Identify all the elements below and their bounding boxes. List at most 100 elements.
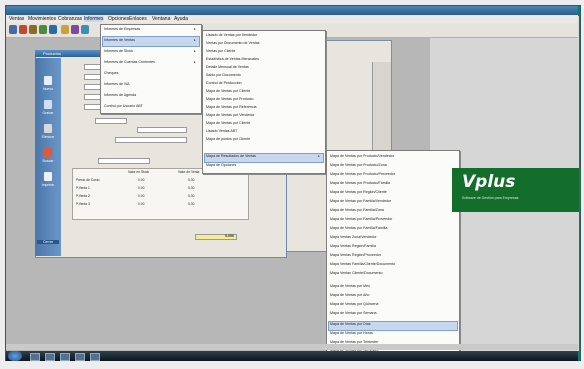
menu-item[interactable]: Mapa Ventas Región/Familia (330, 244, 376, 248)
user-icon[interactable] (39, 25, 47, 34)
submenu-arrow-icon: ▸ (194, 27, 196, 31)
row-value: 0.00 (138, 186, 145, 190)
menu-item[interactable]: Mapa de Ventas por Familia/Zona (330, 208, 384, 212)
menu-item[interactable]: Mapa de Ventas por Mes (330, 284, 370, 288)
menu-item[interactable]: Mapa de Ventas por Quincena (330, 302, 379, 306)
menu-item[interactable]: Mapa de Ventas por Cliente (206, 121, 250, 125)
menu-item[interactable]: Control por Usuario ABT (104, 104, 143, 108)
menu-item[interactable]: Mapa Ventas Familia/Cliente/Documento (330, 262, 395, 266)
totals-table: Valor en Stock Valor de Venta Precio de … (72, 168, 249, 220)
menu-item[interactable]: Mapa de Ventas por Producto/Familia (330, 181, 390, 185)
obs-field[interactable] (98, 158, 150, 164)
menu-item[interactable]: Informes de Empresas (104, 27, 140, 31)
menu-item[interactable]: Informes de Cuentas Corrientes (104, 60, 155, 64)
menu-item[interactable]: Mapa de Ventas por Producto/Proveedor (330, 172, 395, 176)
delete-icon[interactable] (44, 124, 52, 133)
menu-item[interactable]: Mapa de Ventas por Horas (330, 331, 373, 335)
menu-item[interactable]: Mapa de Ventas por Vendedor (206, 113, 255, 117)
row-label: P.Venta 1 (76, 186, 90, 190)
capacity-field[interactable] (137, 127, 187, 133)
menu-item[interactable]: Ventas por Documento de Ventas (206, 41, 260, 45)
print-icon[interactable] (19, 25, 27, 34)
menu-item[interactable]: Listado de Ventas por Vendedor (206, 33, 257, 37)
row-value: 0.00 (138, 194, 145, 198)
submenu-arrow-icon: ▸ (194, 60, 196, 64)
menu-item[interactable]: Informes de Ventas (104, 38, 135, 42)
unit-field[interactable] (95, 118, 127, 124)
menu-item[interactable]: Mapa de Ventas por Familia/Familia (330, 226, 387, 230)
new-doc-icon[interactable] (9, 25, 17, 34)
edit-icon[interactable] (61, 25, 69, 34)
menu-item[interactable]: Informes de Agenda (104, 93, 136, 97)
taskbar-app-icon[interactable] (30, 353, 40, 361)
menu-item[interactable]: Informes de Stock (104, 49, 133, 53)
status-bar (6, 344, 578, 350)
menu-item[interactable]: Saldo por Documento (206, 73, 241, 77)
submenu-arrow-icon: ▸ (318, 154, 320, 158)
menu-informes[interactable]: Informes (84, 16, 104, 22)
menu-item[interactable]: Mapa de Opciones (206, 163, 236, 167)
taskbar-app-icon[interactable] (60, 353, 70, 361)
menu-item[interactable]: Listado Ventas ABT (206, 129, 237, 133)
app-titlebar (6, 6, 578, 15)
resultados-submenu: Mapa de Ventas por Producto/Vendedor Map… (326, 150, 460, 357)
menu-item[interactable]: Mapa de Ventas por Semana (330, 311, 377, 315)
find-icon[interactable] (44, 148, 52, 157)
submenu-arrow-icon: ▸ (194, 49, 196, 53)
totals-header-sale: Valor de Venta (178, 170, 200, 174)
menu-ventas[interactable]: Ventas (9, 16, 24, 22)
menu-item[interactable]: Mapa de Ventas por Producto (206, 97, 254, 101)
totals-header-stock: Valor en Stock (128, 170, 150, 174)
menu-item[interactable]: Mapa de Ventas por Cliente (206, 89, 250, 93)
menu-item[interactable]: Mapa Ventas Región/Proveedor (330, 253, 381, 257)
menu-item[interactable]: Cheques (104, 71, 118, 75)
menu-item[interactable]: Mapa de Ventas por Región/Cliente (330, 190, 387, 194)
folder-icon[interactable] (29, 25, 37, 34)
row-label: P.Venta 2 (76, 194, 90, 198)
total-field[interactable]: 0.000 (195, 234, 237, 240)
calc-icon[interactable] (81, 25, 89, 34)
menu-item[interactable]: Mapa Ventas Zona/Vendedor (330, 235, 377, 239)
menu-item[interactable]: Control de Producción (206, 81, 242, 85)
chart-icon[interactable] (71, 25, 79, 34)
menu-ventana[interactable]: Ventana (152, 16, 170, 22)
sidebar-label-delete: Eliminar (41, 135, 55, 139)
menu-item[interactable]: Detalle Mensual de Ventas (206, 65, 249, 69)
menu-item[interactable]: Mapa de Ventas por Familia/Proveedor (330, 217, 392, 221)
total-value: 0.000 (225, 234, 234, 238)
menu-ayuda[interactable]: Ayuda (174, 16, 188, 22)
menu-item[interactable]: Mapa de puntos por Cliente (206, 137, 250, 141)
menu-item[interactable]: Mapa de Resultados de Ventas (206, 154, 256, 158)
supplier-name-field[interactable] (115, 137, 187, 143)
sidebar-label-save: Grabar (42, 111, 54, 115)
menu-opciones[interactable]: Opciones (108, 16, 129, 22)
menu-item[interactable]: Mapa Ventas Cliente/Documento (330, 271, 383, 275)
row-value: 0.00 (138, 178, 145, 182)
sidebar-label-find: Buscar (42, 159, 54, 163)
row-value: 0.00 (188, 186, 195, 190)
print-doc-icon[interactable] (44, 172, 52, 181)
taskbar-app-icon[interactable] (45, 353, 55, 361)
menu-item[interactable]: Mapa de Ventas por Producto/Vendedor (330, 154, 394, 158)
menu-movimientos[interactable]: Movimientos (28, 16, 56, 22)
new-icon[interactable] (44, 76, 52, 85)
ventas-submenu: Listado de Ventas por Vendedor Ventas po… (202, 30, 326, 174)
menu-item[interactable]: Mapa de Ventas por Referencia (206, 105, 257, 109)
menu-item[interactable]: Mapa de Ventas por Días (330, 322, 371, 326)
menu-item[interactable]: Mapa de Ventas por Año (330, 293, 369, 297)
menu-cobranzas[interactable]: Cobranzas (58, 16, 82, 22)
menu-enlaces[interactable]: Enlaces (129, 16, 147, 22)
search-icon[interactable] (49, 25, 57, 34)
taskbar-app-icon[interactable] (75, 353, 85, 361)
close-button[interactable]: Cerrar (37, 240, 59, 244)
sidebar-label-new: Nuevo (42, 87, 54, 91)
taskbar-app-icon[interactable] (90, 353, 100, 361)
row-value: 0.00 (188, 178, 195, 182)
menu-item[interactable]: Estadística de Ventas Mensuales (206, 57, 259, 61)
menu-item[interactable]: Ventas por Cliente (206, 49, 235, 53)
menu-item[interactable]: Informes de IVA (104, 82, 130, 86)
menu-item[interactable]: Mapa de Ventas por Producto/Zona (330, 163, 387, 167)
start-button[interactable] (8, 351, 22, 361)
menu-item[interactable]: Mapa de Ventas por Familia/Vendedor (330, 199, 391, 203)
save-icon[interactable] (44, 100, 52, 109)
